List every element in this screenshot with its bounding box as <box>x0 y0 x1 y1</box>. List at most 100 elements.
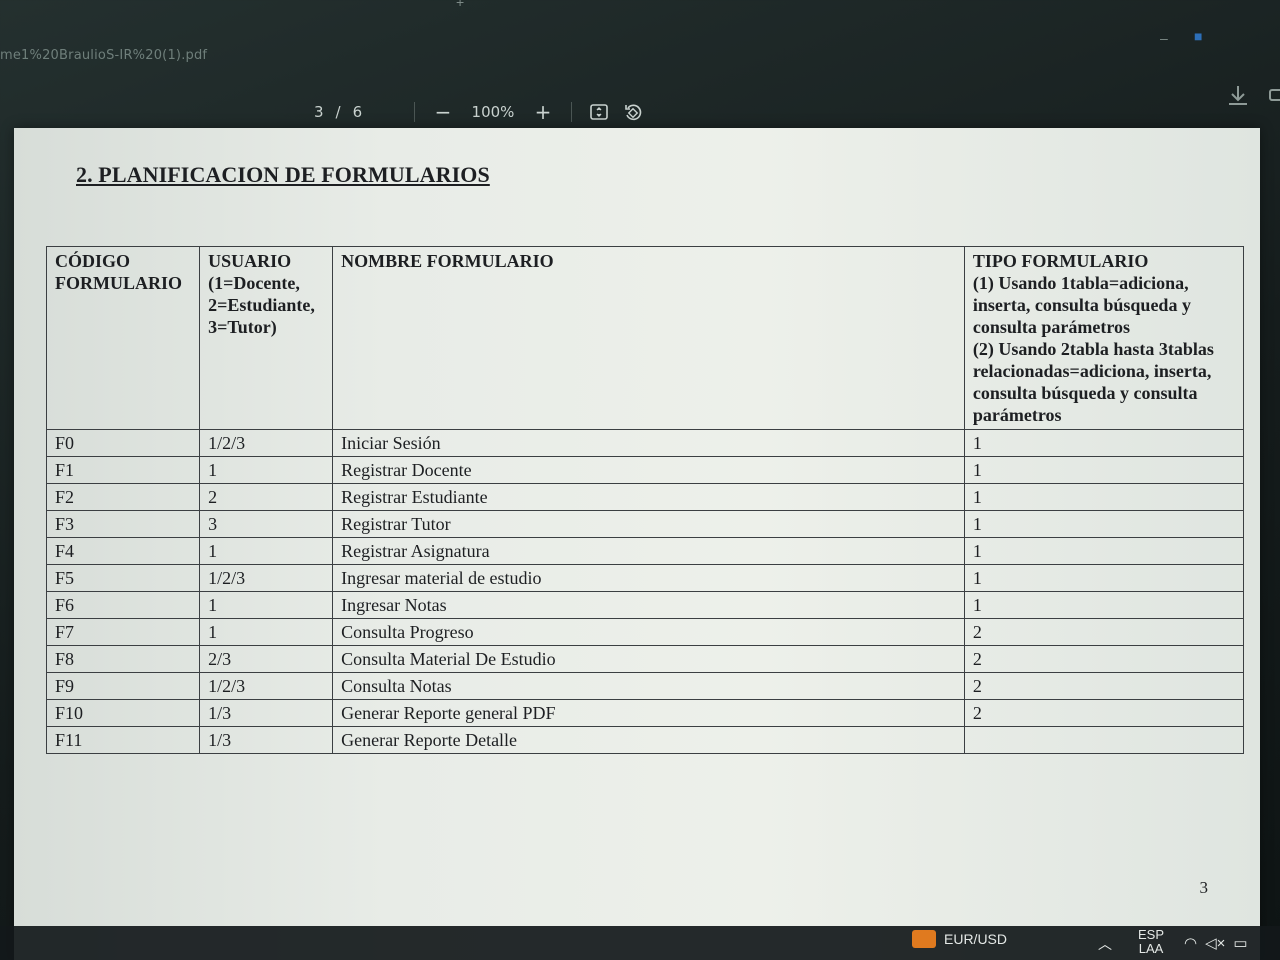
keyboard-layout: LAA <box>1138 941 1164 956</box>
cell-type: 2 <box>963 618 1245 646</box>
cell-type: 1 <box>963 483 1245 511</box>
table-row: F8 2/3 Consulta Material De Estudio 2 <box>45 645 1245 673</box>
page-title: 2. PLANIFICACION DE FORMULARIOS <box>76 162 490 187</box>
currency-label: EUR/USD <box>944 931 1008 947</box>
header-name: NOMBRE FORMULARIO <box>332 246 965 430</box>
new-tab-icon[interactable]: + <box>456 0 464 10</box>
chevron-up-icon[interactable]: ︿ <box>1098 934 1112 954</box>
cell-name: Consulta Notas <box>332 672 965 700</box>
table-row: F7 1 Consulta Progreso 2 <box>45 618 1245 646</box>
cell-user: 1/3 <box>199 699 334 727</box>
minimize-icon[interactable]: – <box>1160 30 1168 46</box>
page-number: 3 <box>1199 878 1209 897</box>
cell-type: 2 <box>963 699 1245 727</box>
cell-user: 1 <box>199 537 334 565</box>
cell-code: F4 <box>45 537 201 565</box>
table-row: F0 1/2/3 Iniciar Sesión 1 <box>45 429 1245 457</box>
total-pages: 6 <box>352 103 363 121</box>
mute-icon[interactable]: ◁× <box>1205 934 1225 952</box>
cell-code: F7 <box>45 618 201 646</box>
cell-code: F8 <box>45 645 201 673</box>
cell-name: Registrar Docente <box>332 456 965 484</box>
table-header-row: CÓDIGO FORMULARIO USUARIO (1=Docente, 2=… <box>45 246 1245 430</box>
toolbar-divider <box>571 102 572 122</box>
toolbar-divider <box>414 102 415 122</box>
table-row: F9 1/2/3 Consulta Notas 2 <box>45 672 1245 700</box>
cell-code: F9 <box>45 672 201 700</box>
cell-type: 1 <box>963 429 1245 457</box>
cell-user: 1 <box>199 456 334 484</box>
table-row: F5 1/2/3 Ingresar material de estudio 1 <box>45 564 1245 592</box>
cell-code: F3 <box>45 510 201 538</box>
table-row: F10 1/3 Generar Reporte general PDF 2 <box>45 699 1245 727</box>
cell-name: Registrar Estudiante <box>332 483 965 511</box>
battery-icon[interactable]: ▭ <box>1233 934 1247 952</box>
cell-type: 2 <box>963 672 1245 700</box>
cell-user: 1/2/3 <box>199 672 334 700</box>
forms-table: CÓDIGO FORMULARIO USUARIO (1=Docente, 2=… <box>45 246 1245 754</box>
cell-code: F1 <box>45 456 201 484</box>
cell-type: 1 <box>963 456 1245 484</box>
header-code: CÓDIGO FORMULARIO <box>45 246 201 430</box>
table-row: F3 3 Registrar Tutor 1 <box>45 510 1245 538</box>
fit-page-button[interactable] <box>582 98 616 126</box>
header-type-desc-1: (1) Usando 1tabla=adiciona, inserta, con… <box>972 273 1191 337</box>
cell-name: Consulta Progreso <box>332 618 965 646</box>
cell-user: 1/2/3 <box>199 429 334 457</box>
cell-name: Registrar Tutor <box>332 510 965 538</box>
header-type: TIPO FORMULARIO (1) Usando 1tabla=adicio… <box>963 246 1245 430</box>
zoom-in-button[interactable]: + <box>525 98 561 126</box>
wifi-icon[interactable]: ◠ <box>1184 934 1197 952</box>
rotate-icon <box>625 104 642 121</box>
pdf-toolbar: 3 / 6 − 100% + <box>300 96 650 128</box>
zoom-out-button[interactable]: − <box>425 98 461 126</box>
rotate-button[interactable] <box>616 98 650 126</box>
cell-user: 2/3 <box>199 645 334 673</box>
cell-user: 1/3 <box>199 726 334 754</box>
cell-code: F10 <box>45 699 201 727</box>
cell-type: 1 <box>963 591 1245 619</box>
cell-user: 3 <box>199 510 334 538</box>
taskbar: EUR/USD ︿ ESP LAA ◠ ◁× ▭ <box>0 926 1280 960</box>
extension-icon[interactable]: ■ <box>1194 28 1202 44</box>
cell-code: F6 <box>45 591 201 619</box>
cell-code: F5 <box>45 564 201 592</box>
tab-title[interactable]: me1%20BraulioS-IR%20(1).pdf <box>0 48 207 63</box>
cell-user: 1 <box>199 591 334 619</box>
table-row: F4 1 Registrar Asignatura 1 <box>45 537 1245 565</box>
header-user: USUARIO (1=Docente, 2=Estudiante, 3=Tuto… <box>199 246 334 430</box>
page-indicator[interactable]: 3 / 6 <box>300 103 404 121</box>
language-indicator[interactable]: ESP LAA <box>1138 928 1164 956</box>
zoom-level[interactable]: 100% <box>461 103 525 121</box>
currency-widget[interactable]: EUR/USD <box>912 930 1007 948</box>
cell-name: Ingresar Notas <box>332 591 965 619</box>
table-row: F6 1 Ingresar Notas 1 <box>45 591 1245 619</box>
table-row: F1 1 Registrar Docente 1 <box>45 456 1245 484</box>
cell-type: 2 <box>963 645 1245 673</box>
pdf-page: 2. PLANIFICACION DE FORMULARIOS CÓDIGO F… <box>14 128 1260 960</box>
cell-type: 1 <box>963 510 1245 538</box>
print-icon[interactable] <box>1266 84 1280 108</box>
fit-page-icon <box>590 104 608 120</box>
cell-user: 2 <box>199 483 334 511</box>
cell-name: Generar Reporte general PDF <box>332 699 965 727</box>
language-code: ESP <box>1138 927 1165 942</box>
cell-type <box>963 726 1245 754</box>
chart-icon <box>912 930 936 948</box>
cell-code: F2 <box>45 483 201 511</box>
cell-code: F11 <box>45 726 201 754</box>
cell-name: Generar Reporte Detalle <box>332 726 965 754</box>
cell-type: 1 <box>963 537 1245 565</box>
page-separator: / <box>335 103 341 121</box>
download-icon[interactable] <box>1224 82 1252 110</box>
current-page[interactable]: 3 <box>314 103 324 121</box>
cell-code: F0 <box>45 429 201 457</box>
header-type-desc-2: (2) Usando 2tabla hasta 3tablas relacion… <box>972 339 1214 425</box>
header-type-title: TIPO FORMULARIO <box>972 251 1149 271</box>
cell-name: Registrar Asignatura <box>332 537 965 565</box>
table-row: F11 1/3 Generar Reporte Detalle <box>45 726 1245 754</box>
cell-name: Ingresar material de estudio <box>332 564 965 592</box>
cell-type: 1 <box>963 564 1245 592</box>
cell-user: 1 <box>199 618 334 646</box>
table-row: F2 2 Registrar Estudiante 1 <box>45 483 1245 511</box>
